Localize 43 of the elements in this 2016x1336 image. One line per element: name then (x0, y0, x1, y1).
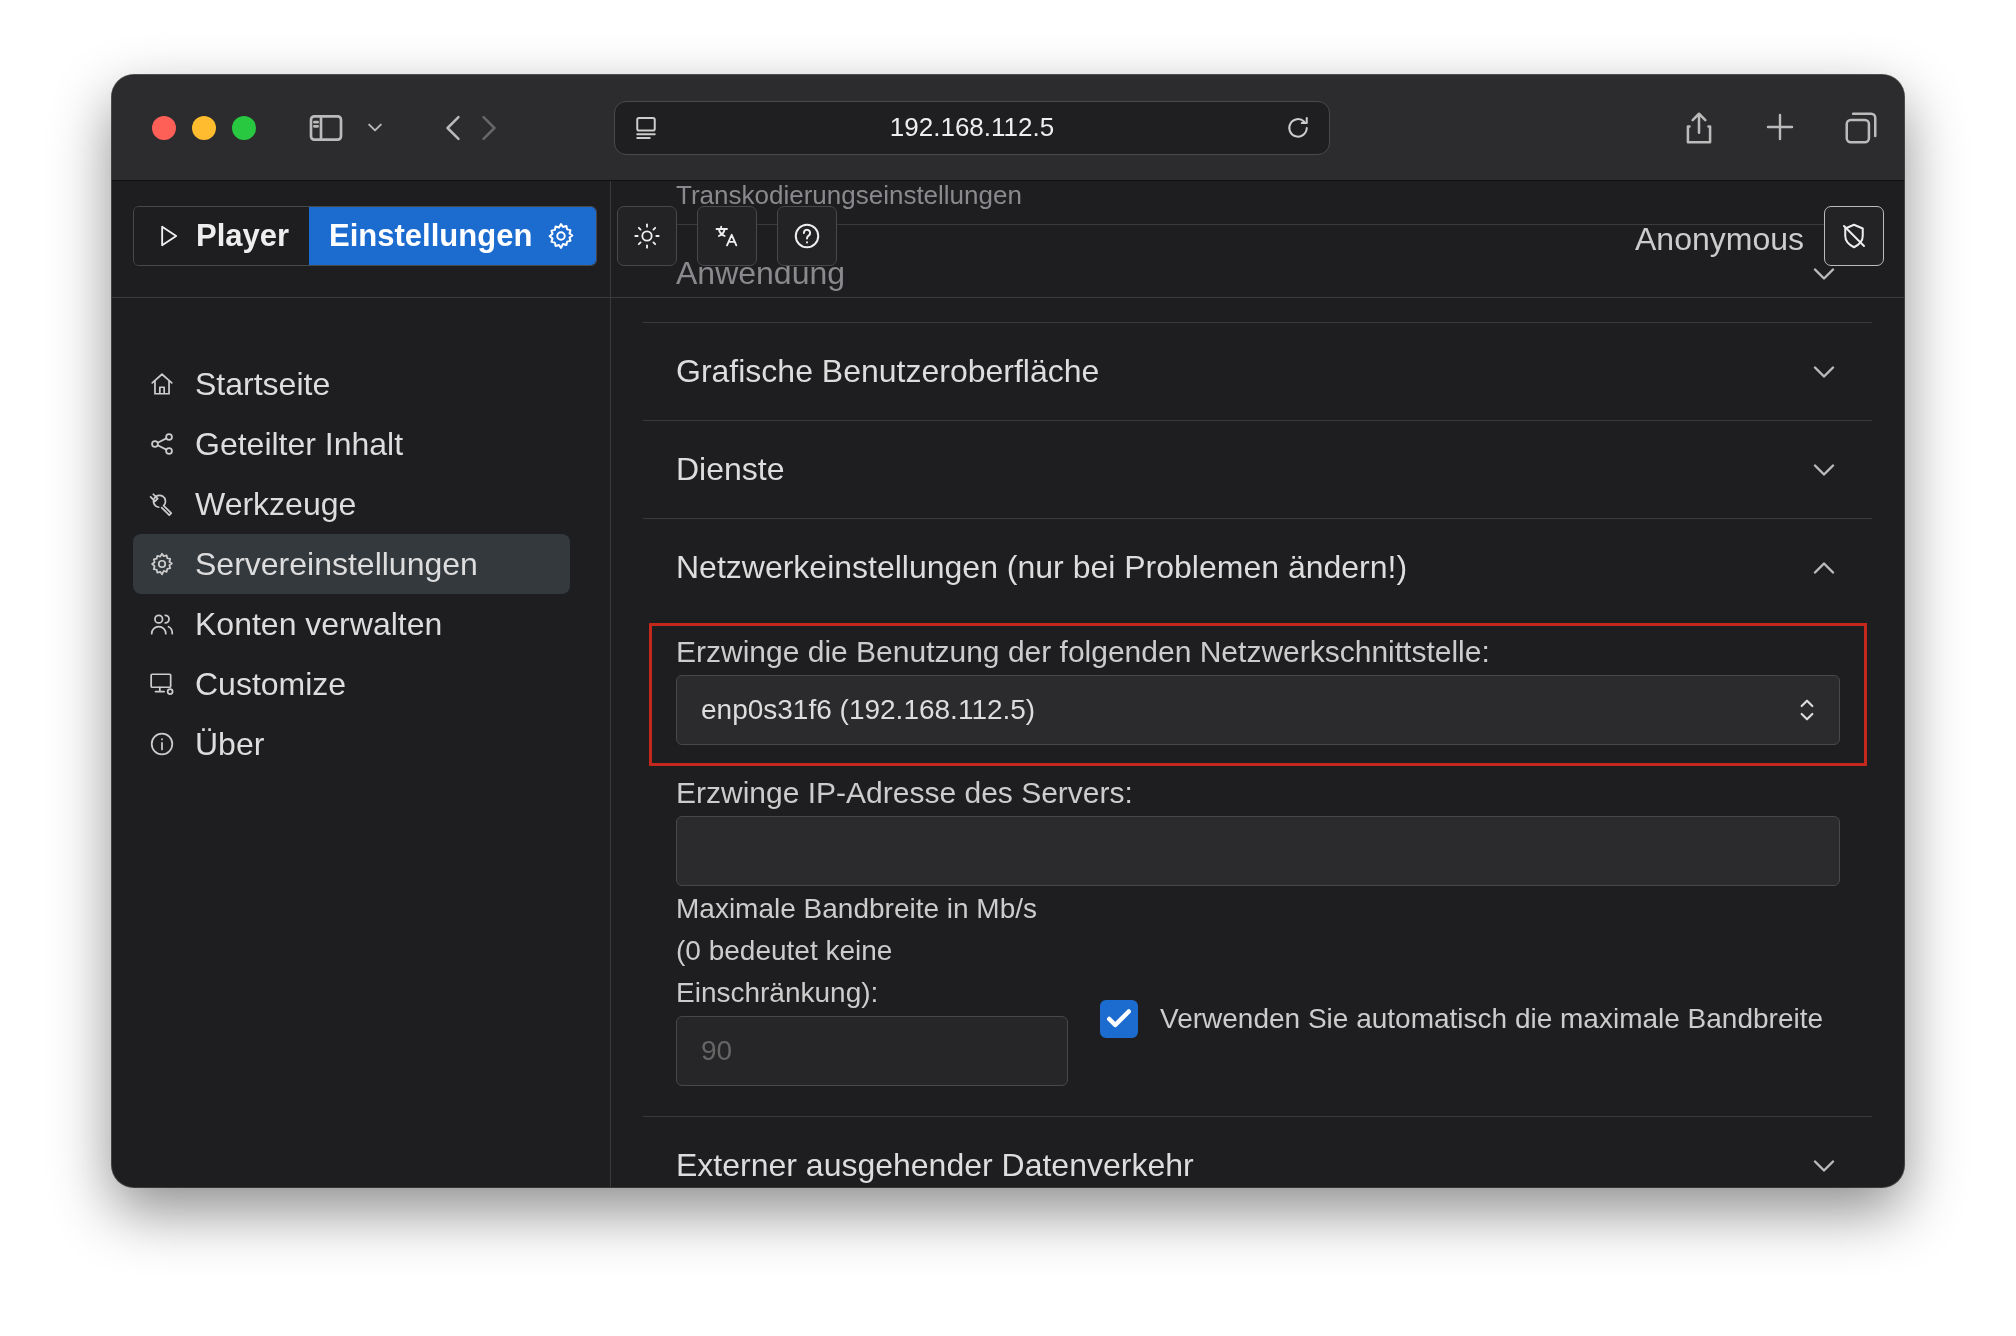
user-name: Anonymous (1635, 220, 1804, 258)
check-icon (1107, 1009, 1131, 1029)
section-header[interactable]: Dienste (643, 421, 1872, 518)
info-icon (149, 731, 175, 757)
chevron-down-icon (1812, 463, 1836, 476)
minimize-button[interactable] (192, 115, 216, 140)
forward-icon (482, 114, 496, 141)
chevron-up-icon (1812, 561, 1836, 574)
section-title: Transkodierungseinstellungen (676, 181, 1022, 209)
sidebar-item[interactable]: Servereinstellungen (133, 534, 570, 594)
wrench-icon (149, 491, 175, 517)
chevron-down-icon (368, 123, 382, 132)
sidebar-item[interactable]: Startseite (133, 354, 570, 414)
address-bar[interactable]: 192.168.112.5 (614, 100, 1330, 155)
chevron-down-icon (1812, 365, 1836, 378)
section-title: Anwendung (676, 255, 846, 292)
field-label: Erzwinge die Benutzung der folgenden Netzwerkschnittstelle: (676, 634, 1491, 670)
gear-icon (149, 551, 175, 577)
section-header[interactable]: Netzwerkeinstellungen (nur bei Problemen ändern!) (643, 519, 1872, 616)
section-header[interactable]: Externer ausgehender Datenverkehr (643, 1117, 1872, 1187)
share-icon (149, 431, 175, 457)
home-icon (149, 371, 175, 397)
ip-address-field[interactable] (676, 816, 1840, 886)
nav-tab[interactable]: Einstellungen (309, 207, 597, 265)
field-label: Maximale Bandbreite in Mb/s (0 bedeutet keine Einschränkung): (676, 892, 1039, 1010)
monitor-settings-icon (149, 671, 175, 697)
sun-icon (633, 222, 662, 250)
section-header[interactable]: Grafische Benutzeroberfläche (643, 323, 1872, 420)
sidebar-item[interactable]: Über (133, 714, 570, 774)
sidebar-item[interactable]: Werkzeuge (133, 474, 570, 534)
interface-select[interactable]: enp0s31f6 (192.168.112.5) (676, 675, 1840, 745)
sidebar-item[interactable]: Customize (133, 654, 570, 714)
theme-button[interactable] (617, 206, 678, 266)
field-label: Erzwinge IP-Adresse des Servers: (676, 775, 1134, 811)
sidebar-item[interactable]: Geteilter Inhalt (133, 414, 570, 474)
zoom-button[interactable] (232, 115, 256, 140)
back-icon (446, 114, 460, 141)
account-button[interactable] (1824, 206, 1884, 266)
close-button[interactable] (152, 115, 176, 140)
sidebar-item[interactable]: Konten verwalten (133, 594, 570, 654)
chevron-down-icon (1812, 1159, 1836, 1172)
sort-arrows-icon (1799, 698, 1815, 722)
checkbox-label: Verwenden Sie automatisch die maximale Bandbreite (1160, 1003, 1824, 1035)
